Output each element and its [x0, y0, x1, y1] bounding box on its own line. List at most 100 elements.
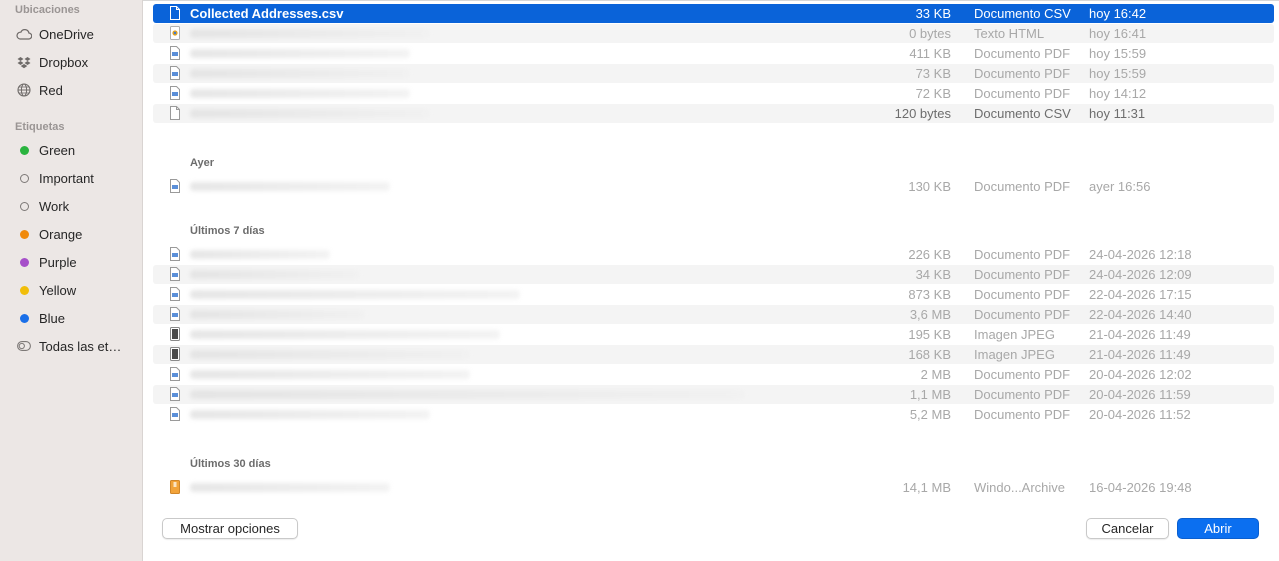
file-row[interactable]: 72 KB Documento PDF hoy 14:12 [153, 84, 1274, 103]
file-row[interactable]: 411 KB Documento PDF hoy 15:59 [153, 44, 1274, 63]
file-size: 1,1 MB [909, 387, 951, 402]
csv-file-icon [170, 106, 180, 120]
file-date: 16-04-2026 19:48 [1089, 480, 1192, 495]
redacted-file-name [190, 410, 430, 419]
file-date: hoy 16:42 [1089, 6, 1147, 21]
redacted-file-name [190, 330, 500, 339]
file-kind: Documento PDF [974, 267, 1071, 282]
file-date: 22-04-2026 17:15 [1089, 287, 1192, 302]
redacted-file-name [190, 370, 470, 379]
file-date: ayer 16:56 [1089, 179, 1151, 194]
file-size: 33 KB [915, 6, 951, 21]
file-date: hoy 15:59 [1089, 46, 1147, 61]
file-size: 168 KB [908, 347, 951, 362]
sidebar-item-onedrive[interactable]: OneDrive [16, 23, 94, 45]
redacted-file-name [190, 290, 520, 299]
pdf-file-icon [170, 179, 180, 193]
sidebar: Ubicaciones OneDrive Dropbox Red Etiquet… [0, 0, 143, 561]
file-size: 72 KB [915, 86, 951, 101]
file-date: hoy 14:12 [1089, 86, 1147, 101]
file-size: 2 MB [920, 367, 951, 382]
file-kind: Documento PDF [974, 86, 1071, 101]
tag-dot-blue-icon [16, 310, 32, 326]
pdf-file-icon [170, 247, 180, 261]
file-date: 21-04-2026 11:49 [1089, 347, 1191, 362]
section-header-yesterday: Ayer [190, 157, 215, 169]
file-row[interactable]: 120 bytes Documento CSV hoy 11:31 [153, 104, 1274, 123]
sidebar-item-label: Yellow [39, 282, 77, 298]
file-kind: Imagen JPEG [974, 327, 1055, 342]
sidebar-item-label: Red [39, 82, 63, 98]
file-row[interactable]: 195 KB Imagen JPEG 21-04-2026 11:49 [153, 325, 1274, 344]
tag-dot-orange-icon [16, 226, 32, 242]
sidebar-tag-yellow[interactable]: Yellow [16, 279, 76, 301]
file-size: 3,6 MB [909, 307, 951, 322]
sidebar-item-label: OneDrive [39, 26, 94, 42]
file-size: 5,2 MB [909, 407, 951, 422]
file-size: 195 KB [908, 327, 951, 342]
file-kind: Documento PDF [974, 66, 1071, 81]
file-row[interactable]: 73 KB Documento PDF hoy 15:59 [153, 64, 1274, 83]
redacted-file-name [190, 69, 410, 78]
file-row[interactable]: 34 KB Documento PDF 24-04-2026 12:09 [153, 265, 1274, 284]
sidebar-item-dropbox[interactable]: Dropbox [16, 51, 88, 73]
file-kind: Documento PDF [974, 287, 1071, 302]
file-row[interactable]: 1,1 MB Documento PDF 20-04-2026 11:59 [153, 385, 1274, 404]
file-size: 34 KB [915, 267, 951, 282]
file-size: 14,1 MB [902, 480, 951, 495]
file-row[interactable]: 2 MB Documento PDF 20-04-2026 12:02 [153, 365, 1274, 384]
sidebar-item-label: Green [39, 142, 76, 158]
redacted-file-name [190, 250, 330, 259]
file-date: 20-04-2026 12:02 [1089, 367, 1192, 382]
file-row[interactable]: 5,2 MB Documento PDF 20-04-2026 11:52 [153, 405, 1274, 424]
cancel-button[interactable]: Cancelar [1086, 518, 1169, 539]
file-row[interactable]: 130 KB Documento PDF ayer 16:56 [153, 177, 1274, 196]
file-row[interactable]: 3,6 MB Documento PDF 22-04-2026 14:40 [153, 305, 1274, 324]
file-kind: Documento CSV [974, 106, 1071, 121]
sidebar-item-label: Dropbox [39, 54, 89, 70]
pdf-file-icon [170, 267, 180, 281]
file-kind: Windo...Archive [974, 480, 1066, 495]
file-row[interactable]: 0 bytes Texto HTML hoy 16:41 [153, 24, 1274, 43]
pdf-file-icon [170, 387, 180, 401]
file-kind: Documento PDF [974, 367, 1071, 382]
sidebar-item-label: Todas las et… [39, 338, 122, 354]
file-row[interactable]: 14,1 MB Windo...Archive 16-04-2026 19:48 [153, 478, 1274, 497]
jpeg-file-icon [170, 327, 180, 341]
sidebar-tag-all[interactable]: Todas las et… [16, 335, 121, 357]
redacted-file-name [190, 182, 390, 191]
file-name: Collected Addresses.csv [190, 6, 344, 21]
tag-dot-empty-icon [16, 198, 32, 214]
all-tags-icon [16, 338, 32, 354]
file-date: 21-04-2026 11:49 [1089, 327, 1191, 342]
open-button[interactable]: Abrir [1177, 518, 1259, 539]
sidebar-item-label: Blue [39, 310, 66, 326]
sidebar-tag-blue[interactable]: Blue [16, 307, 65, 329]
sidebar-item-label: Purple [39, 254, 77, 270]
sidebar-tag-green[interactable]: Green [16, 139, 75, 161]
file-row[interactable]: 226 KB Documento PDF 24-04-2026 12:18 [153, 245, 1274, 264]
file-date: 20-04-2026 11:52 [1089, 407, 1191, 422]
pdf-file-icon [170, 407, 180, 421]
sidebar-item-red[interactable]: Red [16, 79, 63, 101]
tag-dot-empty-icon [16, 170, 32, 186]
file-row[interactable]: Collected Addresses.csv 33 KB Documento CS… [153, 4, 1274, 23]
file-row[interactable]: 873 KB Documento PDF 22-04-2026 17:15 [153, 285, 1274, 304]
file-kind: Documento PDF [974, 407, 1071, 422]
sidebar-tag-purple[interactable]: Purple [16, 251, 77, 273]
file-kind: Documento PDF [974, 46, 1071, 61]
sidebar-tag-important[interactable]: Important [16, 167, 94, 189]
file-kind: Documento PDF [974, 179, 1071, 194]
file-kind: Documento PDF [974, 247, 1071, 262]
show-options-button[interactable]: Mostrar opciones [162, 518, 298, 539]
section-header-last30: Últimos 30 días [190, 458, 271, 470]
file-row[interactable]: 168 KB Imagen JPEG 21-04-2026 11:49 [153, 345, 1274, 364]
redacted-file-name [190, 109, 430, 118]
file-date: 20-04-2026 11:59 [1089, 387, 1191, 402]
sidebar-item-label: Orange [39, 226, 83, 242]
file-date: hoy 11:31 [1089, 106, 1146, 121]
sidebar-tag-orange[interactable]: Orange [16, 223, 82, 245]
file-open-dialog: Ubicaciones OneDrive Dropbox Red Etiquet… [0, 0, 1279, 561]
sidebar-tag-work[interactable]: Work [16, 195, 69, 217]
tag-dot-green-icon [16, 142, 32, 158]
